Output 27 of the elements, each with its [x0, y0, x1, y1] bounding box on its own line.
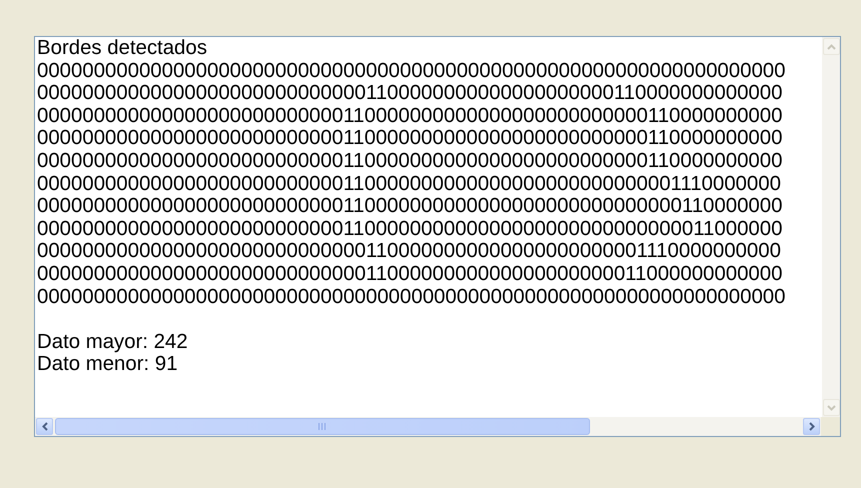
text-line: 000000000000000000000000000110000000000000000000000000001110000000 — [37, 172, 781, 196]
text-line: 000000000000000000000000000001100000000000000000000001110000000000 — [37, 240, 781, 263]
text-line: 000000000000000000000000000110000000000000000000000000110000000000 — [37, 150, 782, 173]
text-line: 000000000000000000000000000000000000000000000000000000000000000000 — [37, 60, 786, 82]
right-caret-icon — [808, 422, 814, 431]
scroll-left-button[interactable] — [36, 418, 53, 435]
up-caret-icon — [827, 44, 836, 50]
scroll-right-button[interactable] — [803, 418, 820, 435]
scrollbar-corner — [821, 417, 840, 436]
down-caret-icon — [827, 404, 836, 410]
scrollbar-thumb[interactable] — [55, 418, 590, 435]
scroll-up-button[interactable] — [823, 38, 840, 55]
text-line: 000000000000000000000000000001100000000000000000000011000000000000 — [37, 262, 782, 286]
text-line: 000000000000000000000000000110000000000000000000000000110000000000 — [37, 104, 782, 128]
text-line: Bordes detectados — [37, 37, 208, 60]
horizontal-scrollbar[interactable] — [35, 417, 821, 436]
left-caret-icon — [42, 422, 48, 431]
text-line: 000000000000000000000000000110000000000000000000000000000011000000 — [37, 218, 782, 240]
text-line: 000000000000000000000000000000000000000000000000000000000000000000 — [37, 286, 786, 308]
text-line: 000000000000000000000000000001100000000000000000000110000000000000 — [37, 82, 782, 105]
text-line: Dato menor: 91 — [37, 353, 178, 376]
text-line: Dato mayor: 242 — [37, 330, 188, 354]
vertical-scrollbar[interactable] — [821, 37, 840, 417]
text-line: 000000000000000000000000000110000000000000000000000000110000000000 — [37, 127, 782, 150]
text-line: 000000000000000000000000000110000000000000000000000000000110000000 — [37, 195, 782, 218]
grip-icon — [318, 423, 327, 430]
text-area[interactable] — [34, 36, 841, 437]
